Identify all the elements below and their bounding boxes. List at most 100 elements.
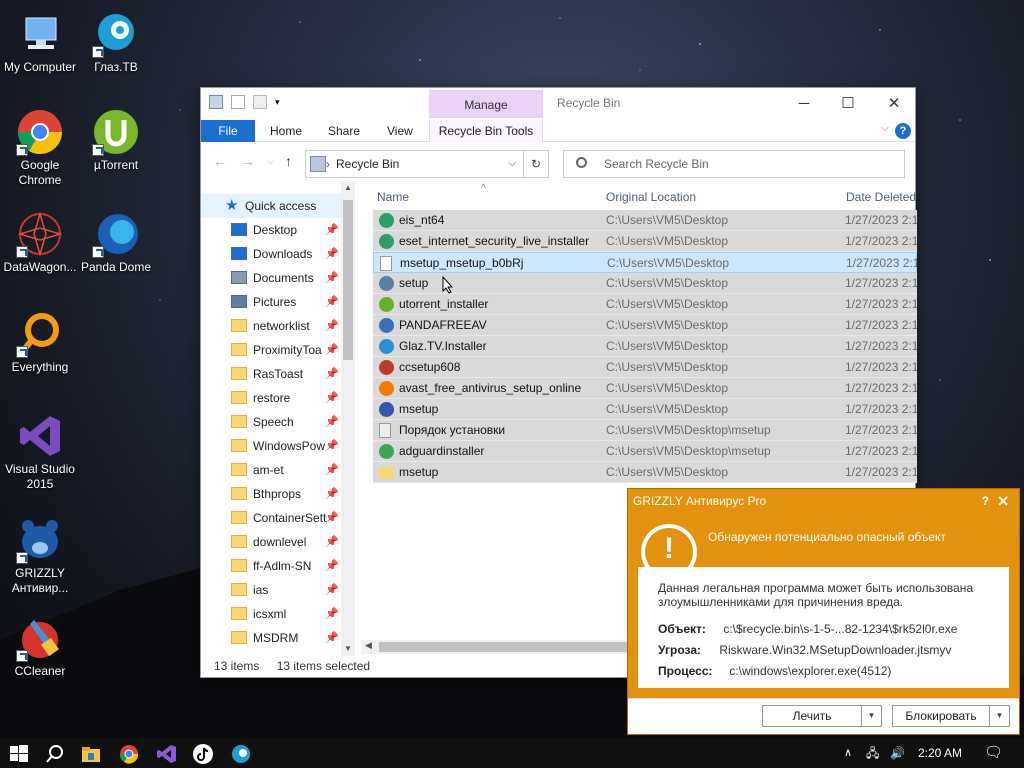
desktop-icon-visual-studio[interactable]: Visual Studio 2015	[0, 412, 80, 492]
volume-icon[interactable]: 🔊	[890, 738, 905, 768]
date-deleted: 1/27/2023 2:1	[845, 423, 917, 437]
nav-item[interactable]: networklist 📌	[201, 314, 353, 338]
notification-icon[interactable]: 🗨	[984, 738, 1003, 768]
address-dropdown-icon[interactable]: ⌵	[508, 151, 516, 177]
table-row[interactable]: utorrent_installer C:\Users\VM5\Desktop 1/…	[373, 294, 917, 315]
column-headers: Name ^ Original Location Date Deleted	[371, 182, 917, 212]
nav-item[interactable]: Desktop 📌	[201, 218, 353, 242]
tray-overflow-icon[interactable]: ∧	[844, 738, 852, 768]
taskbar-visual-studio-icon[interactable]	[156, 743, 178, 765]
column-name[interactable]: Name	[377, 182, 409, 212]
nav-item[interactable]: ContainerSett 📌	[201, 506, 353, 530]
taskbar-glaz-tv-icon[interactable]	[230, 743, 252, 765]
nav-item[interactable]: ias 📌	[201, 578, 353, 602]
help-icon[interactable]: ?	[895, 123, 911, 139]
table-row[interactable]: eis_nt64 C:\Users\VM5\Desktop 1/27/2023 2:…	[373, 210, 917, 231]
treat-dropdown-icon[interactable]: ▼	[861, 706, 881, 726]
nav-item[interactable]: am-et 📌	[201, 458, 353, 482]
nav-scroll-thumb[interactable]	[343, 200, 353, 360]
scroll-down-icon[interactable]: ▼	[344, 644, 352, 653]
new-folder-icon[interactable]	[253, 95, 267, 109]
scroll-left-icon[interactable]: ◀	[365, 640, 372, 651]
maximize-button[interactable]: ☐	[825, 92, 871, 116]
nav-item[interactable]: Documents 📌	[201, 266, 353, 290]
desktop-icon-panda-dome[interactable]: Panda Dome	[76, 210, 156, 275]
scroll-up-icon[interactable]: ▲	[344, 183, 352, 192]
original-location: C:\Users\VM5\Desktop	[607, 256, 730, 270]
table-row[interactable]: Порядок установки C:\Users\VM5\Desktop\ms…	[373, 420, 917, 441]
table-row[interactable]: msetup C:\Users\VM5\Desktop 1/27/2023 2:1	[373, 462, 917, 483]
address-bar[interactable]: › Recycle Bin ⌵	[305, 150, 549, 178]
nav-item[interactable]: WindowsPow 📌	[201, 434, 353, 458]
nav-item[interactable]: icsxml 📌	[201, 602, 353, 626]
tab-home[interactable]: Home	[270, 120, 302, 142]
table-row[interactable]: msetup C:\Users\VM5\Desktop 1/27/2023 2:1	[373, 399, 917, 420]
desktop-icon-everything[interactable]: Everything	[0, 310, 80, 375]
refresh-button[interactable]: ↻	[523, 150, 549, 178]
nav-item[interactable]: Downloads 📌	[201, 242, 353, 266]
desktop-icon-utorrent[interactable]: µTorrent	[76, 108, 156, 173]
grizzly-close-button[interactable]: ✕	[997, 489, 1009, 513]
minimize-button[interactable]: ─	[781, 92, 827, 116]
desktop-icon-grizzly[interactable]: GRIZZLY Антивир...	[0, 516, 80, 596]
recent-dropdown-icon[interactable]: ⌵	[267, 156, 274, 167]
block-dropdown-icon[interactable]: ▼	[989, 706, 1009, 726]
desktop-icon-chrome[interactable]: Google Chrome	[0, 108, 80, 188]
tab-share[interactable]: Share	[328, 120, 360, 142]
close-button[interactable]: ✕	[871, 92, 917, 116]
taskbar-chrome-icon[interactable]	[118, 743, 140, 765]
table-row[interactable]: adguardinstaller C:\Users\VM5\Desktop\mse…	[373, 441, 917, 462]
column-date-deleted[interactable]: Date Deleted	[846, 182, 916, 212]
tab-file[interactable]: File	[201, 120, 255, 142]
table-row[interactable]: eset_internet_security_live_installer C:\…	[373, 231, 917, 252]
tab-manage[interactable]: Manage	[429, 90, 543, 118]
shortcut-arrow-icon	[16, 246, 28, 258]
nav-item[interactable]: Speech 📌	[201, 410, 353, 434]
forward-button[interactable]: →	[241, 153, 255, 169]
search-input[interactable]: Search Recycle Bin	[563, 150, 905, 178]
nav-item[interactable]: ff-Adlm-SN 📌	[201, 554, 353, 578]
table-row[interactable]: msetup_msetup_b0bRj C:\Users\VM5\Desktop 1…	[373, 252, 917, 273]
properties-icon[interactable]	[231, 95, 245, 109]
block-button-label: Блокировать	[905, 709, 977, 723]
network-icon[interactable]: 🖧	[866, 738, 879, 768]
back-button[interactable]: ←	[213, 153, 227, 169]
taskbar-search-icon[interactable]	[44, 743, 66, 765]
ribbon-expand-icon[interactable]: ⌵	[881, 122, 889, 135]
nav-quick-access[interactable]: ★ Quick access	[201, 194, 353, 218]
treat-button[interactable]: Лечить ▼	[762, 705, 882, 727]
table-row[interactable]: PANDAFREEAV C:\Users\VM5\Desktop 1/27/2023…	[373, 315, 917, 336]
block-button[interactable]: Блокировать ▼	[892, 705, 1010, 727]
nav-item[interactable]: restore 📌	[201, 386, 353, 410]
desktop-icon-glaz-tv[interactable]: Глаз.ТВ	[76, 10, 156, 75]
qat-dropdown-icon[interactable]: ▾	[275, 95, 283, 109]
nav-item[interactable]: Bthprops 📌	[201, 482, 353, 506]
nav-item[interactable]: Pictures 📌	[201, 290, 353, 314]
date-deleted: 1/27/2023 2:1	[845, 360, 917, 374]
windows-start-icon[interactable]	[8, 743, 30, 765]
table-row[interactable]: avast_free_antivirus_setup_online C:\User…	[373, 378, 917, 399]
table-row[interactable]: setup C:\Users\VM5\Desktop 1/27/2023 2:1	[373, 273, 917, 294]
nav-item[interactable]: MSDRM 📌	[201, 626, 353, 650]
tab-recycle-bin-tools[interactable]: Recycle Bin Tools	[429, 120, 543, 142]
nav-scrollbar[interactable]: ▲ ▼	[341, 182, 355, 656]
nav-item[interactable]: downlevel 📌	[201, 530, 353, 554]
file-explorer-icon[interactable]	[80, 743, 102, 765]
clock[interactable]: 2:20 AM	[918, 738, 962, 768]
table-row[interactable]: Glaz.TV.Installer C:\Users\VM5\Desktop 1/2…	[373, 336, 917, 357]
folder-icon	[231, 415, 247, 428]
tab-view[interactable]: View	[387, 120, 413, 142]
grizzly-title-bar: GRIZZLY Антивирус Pro ? ✕	[628, 489, 1019, 513]
taskbar-tiktok-icon[interactable]	[192, 743, 214, 765]
up-button[interactable]: ↑	[285, 153, 292, 169]
nav-label: WindowsPow	[253, 439, 326, 453]
desktop-icon-my-computer[interactable]: My Computer	[0, 10, 80, 75]
desktop-icon-ccleaner[interactable]: CCleaner	[0, 614, 80, 679]
table-row[interactable]: ccsetup608 C:\Users\VM5\Desktop 1/27/2023 …	[373, 357, 917, 378]
grizzly-help-button[interactable]: ?	[982, 489, 989, 513]
nav-item[interactable]: RasToast 📌	[201, 362, 353, 386]
nav-item[interactable]: ProximityToa 📌	[201, 338, 353, 362]
column-original-location[interactable]: Original Location	[606, 182, 696, 212]
desktop-icon-datawagon[interactable]: DataWagon...	[0, 210, 80, 275]
address-text: Recycle Bin	[336, 157, 400, 171]
